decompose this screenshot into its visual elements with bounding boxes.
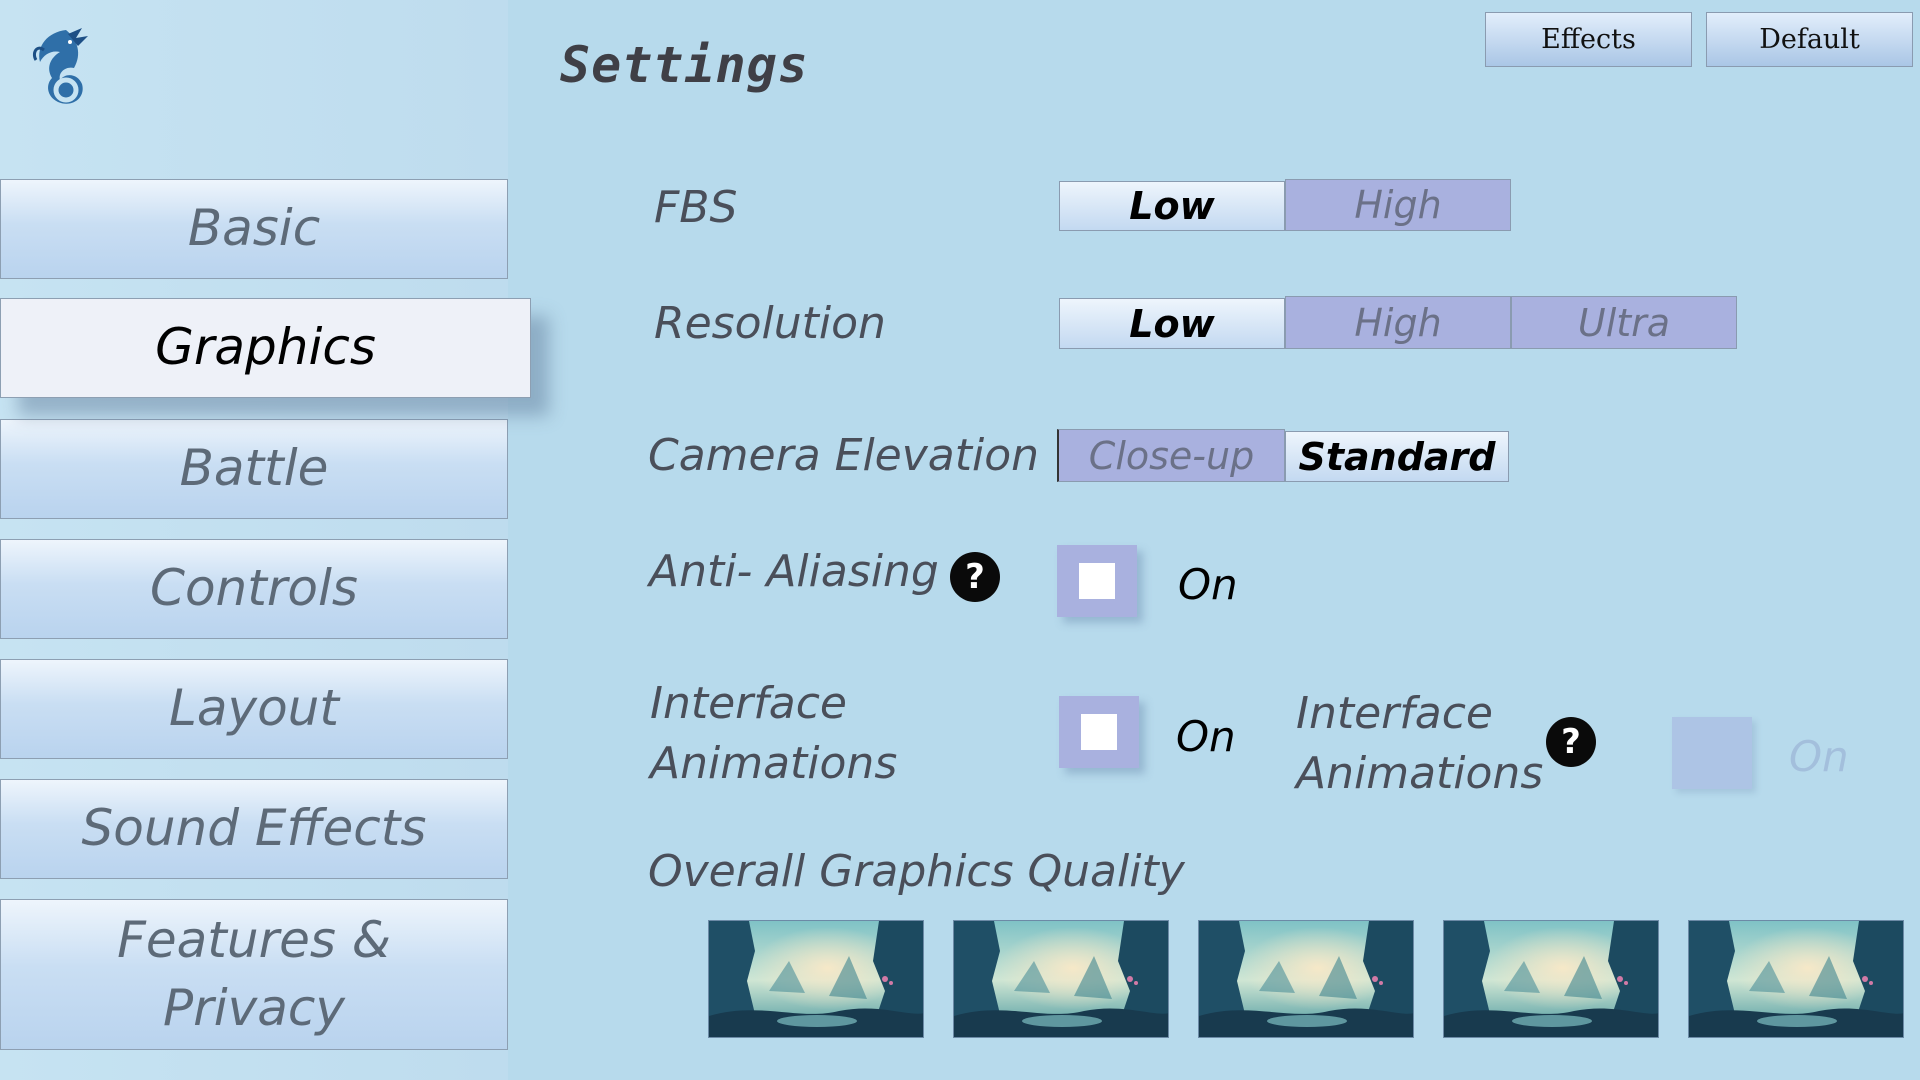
camera-closeup-option[interactable]: Close-up xyxy=(1057,429,1285,482)
sidebar-item-layout[interactable]: Layout xyxy=(0,659,508,759)
overall-graphics-quality-label: Overall Graphics Quality xyxy=(648,846,1185,897)
resolution-ultra-option[interactable]: Ultra xyxy=(1511,296,1737,349)
anti-aliasing-help-icon[interactable]: ? xyxy=(950,552,1000,602)
default-button[interactable]: Default xyxy=(1706,12,1913,67)
interface-animations-label-line1: Interface xyxy=(650,678,847,729)
interface-animations-2-label-line1: Interface xyxy=(1296,688,1493,739)
anti-aliasing-label: Anti- Aliasing xyxy=(649,546,939,597)
interface-animations-checkbox[interactable] xyxy=(1059,696,1139,768)
dragon-logo-icon xyxy=(26,24,96,108)
interface-animations-2-checkbox xyxy=(1672,717,1752,789)
forest-landscape-image xyxy=(954,921,1168,1037)
resolution-label: Resolution xyxy=(654,298,886,349)
sidebar-item-controls[interactable]: Controls xyxy=(0,539,508,639)
sidebar-item-basic[interactable]: Basic xyxy=(0,179,508,279)
interface-animations-label-line2: Animations xyxy=(650,738,898,789)
anti-aliasing-on-label: On xyxy=(1178,560,1238,609)
resolution-low-option[interactable]: Low xyxy=(1059,298,1285,349)
fbs-label: FBS xyxy=(654,182,738,233)
quality-thumbnail-2[interactable] xyxy=(953,920,1169,1038)
checkbox-box xyxy=(1081,714,1117,750)
forest-landscape-image xyxy=(709,921,923,1037)
forest-landscape-image xyxy=(1444,921,1658,1037)
fbs-high-option[interactable]: High xyxy=(1285,179,1511,231)
interface-animations-on-label: On xyxy=(1176,712,1236,761)
forest-landscape-image xyxy=(1199,921,1413,1037)
resolution-high-option[interactable]: High xyxy=(1285,296,1511,349)
quality-thumbnail-1[interactable] xyxy=(708,920,924,1038)
interface-animations-2-on-label: On xyxy=(1789,732,1849,781)
checkbox-box xyxy=(1079,563,1115,599)
interface-animations-help-icon[interactable]: ? xyxy=(1546,717,1596,767)
camera-standard-option[interactable]: Standard xyxy=(1285,431,1509,482)
sidebar-item-graphics[interactable]: Graphics xyxy=(0,298,531,398)
interface-animations-2-label-line2: Animations xyxy=(1296,748,1544,799)
quality-thumbnail-5[interactable] xyxy=(1688,920,1904,1038)
page-title: Settings xyxy=(560,36,809,94)
forest-landscape-image xyxy=(1689,921,1903,1037)
effects-button[interactable]: Effects xyxy=(1485,12,1692,67)
camera-elevation-label: Camera Elevation xyxy=(648,430,1040,481)
sidebar-item-features-privacy[interactable]: Features & Privacy xyxy=(0,899,508,1050)
sidebar-item-sound-effects[interactable]: Sound Effects xyxy=(0,779,508,879)
sidebar: Basic Graphics Battle Controls Layout So… xyxy=(0,0,531,1080)
quality-thumbnail-3[interactable] xyxy=(1198,920,1414,1038)
anti-aliasing-checkbox[interactable] xyxy=(1057,545,1137,617)
quality-thumbnail-4[interactable] xyxy=(1443,920,1659,1038)
fbs-low-option[interactable]: Low xyxy=(1059,181,1285,231)
sidebar-item-battle[interactable]: Battle xyxy=(0,419,508,519)
